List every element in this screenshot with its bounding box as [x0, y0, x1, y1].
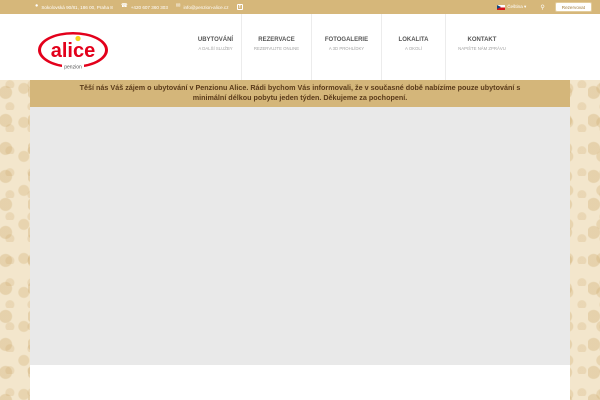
address-text: Sokolovská 90/81, 186 00, Praha 8 [41, 4, 113, 10]
nav-item-lokalita[interactable]: LOKALITA A OKOLÍ [382, 14, 446, 80]
topbar-right: Čeština ▾ ⚲ Rezervovat [497, 0, 592, 14]
nav-item-title: REZERVACE [258, 37, 295, 43]
content-area [30, 365, 570, 400]
nav-item-subtitle: NAPIŠTE NÁM ZPRÁVU [458, 46, 506, 51]
language-label: Čeština [507, 4, 523, 9]
nav-item-rezervace[interactable]: REZERVACE REZERVUJTE ONLINE [242, 14, 312, 80]
phone-text: +420 607 360 303 [130, 4, 168, 10]
czech-flag-icon [497, 4, 506, 10]
language-selector[interactable]: Čeština ▾ [507, 4, 526, 10]
nav-item-subtitle: A DALŠÍ SLUŽBY [198, 46, 233, 51]
reserve-button[interactable]: Rezervovat [554, 2, 592, 12]
chevron-down-icon: ▾ [524, 4, 527, 9]
notice-line-2: minimální délkou pobytu jeden týden. Děk… [192, 93, 408, 102]
svg-text:penzion: penzion [64, 65, 82, 71]
search-icon[interactable]: ⚲ [540, 4, 544, 11]
nav-item-ubytovani[interactable]: UBYTOVÁNÍ A DALŠÍ SLUŽBY [190, 14, 242, 80]
nav-item-title: UBYTOVÁNÍ [197, 37, 234, 43]
notice-line-1: Těší nás Váš zájem o ubytování v Penzion… [79, 83, 521, 92]
nav-item-subtitle: REZERVUJTE ONLINE [253, 46, 300, 51]
nav-item-title: LOKALITA [398, 37, 429, 43]
main-nav: UBYTOVÁNÍ A DALŠÍ SLUŽBY REZERVACE REZER… [190, 14, 518, 80]
nav-item-fotogalerie[interactable]: FOTOGALERIE A 3D PROHLÍDKY [312, 14, 382, 80]
phone-icon: ☎ [120, 3, 128, 10]
nav-item-subtitle: A 3D PROHLÍDKY [328, 46, 365, 51]
page: ● Sokolovská 90/81, 186 00, Praha 8 ☎ +4… [0, 0, 600, 400]
envelope-icon: ✉ [175, 3, 181, 10]
svg-text:alice: alice [51, 40, 95, 62]
email-item[interactable]: ✉ info@penzion-alice.cz [176, 4, 229, 10]
notice-banner: Těší nás Váš zájem o ubytování v Penzion… [30, 80, 570, 107]
phone-item[interactable]: ☎ +420 607 360 303 [121, 4, 168, 10]
nav-item-subtitle: A OKOLÍ [405, 46, 422, 51]
facebook-icon[interactable] [236, 4, 243, 10]
email-text: info@penzion-alice.cz [183, 4, 229, 10]
nav-item-kontakt[interactable]: KONTAKT NAPIŠTE NÁM ZPRÁVU [446, 14, 518, 80]
map-pin-icon: ● [35, 3, 39, 10]
address-item[interactable]: ● Sokolovská 90/81, 186 00, Praha 8 [35, 4, 113, 10]
site-header: alice penzion UBYTOVÁNÍ A DALŠÍ SLUŽBY R… [0, 14, 600, 80]
site-logo[interactable]: alice penzion [36, 30, 110, 73]
top-info-bar: ● Sokolovská 90/81, 186 00, Praha 8 ☎ +4… [0, 0, 600, 14]
alice-logo-image: alice penzion [38, 32, 108, 71]
nav-item-title: FOTOGALERIE [324, 37, 369, 43]
nav-item-title: KONTAKT [467, 37, 497, 43]
hero-slider-placeholder [30, 107, 570, 365]
